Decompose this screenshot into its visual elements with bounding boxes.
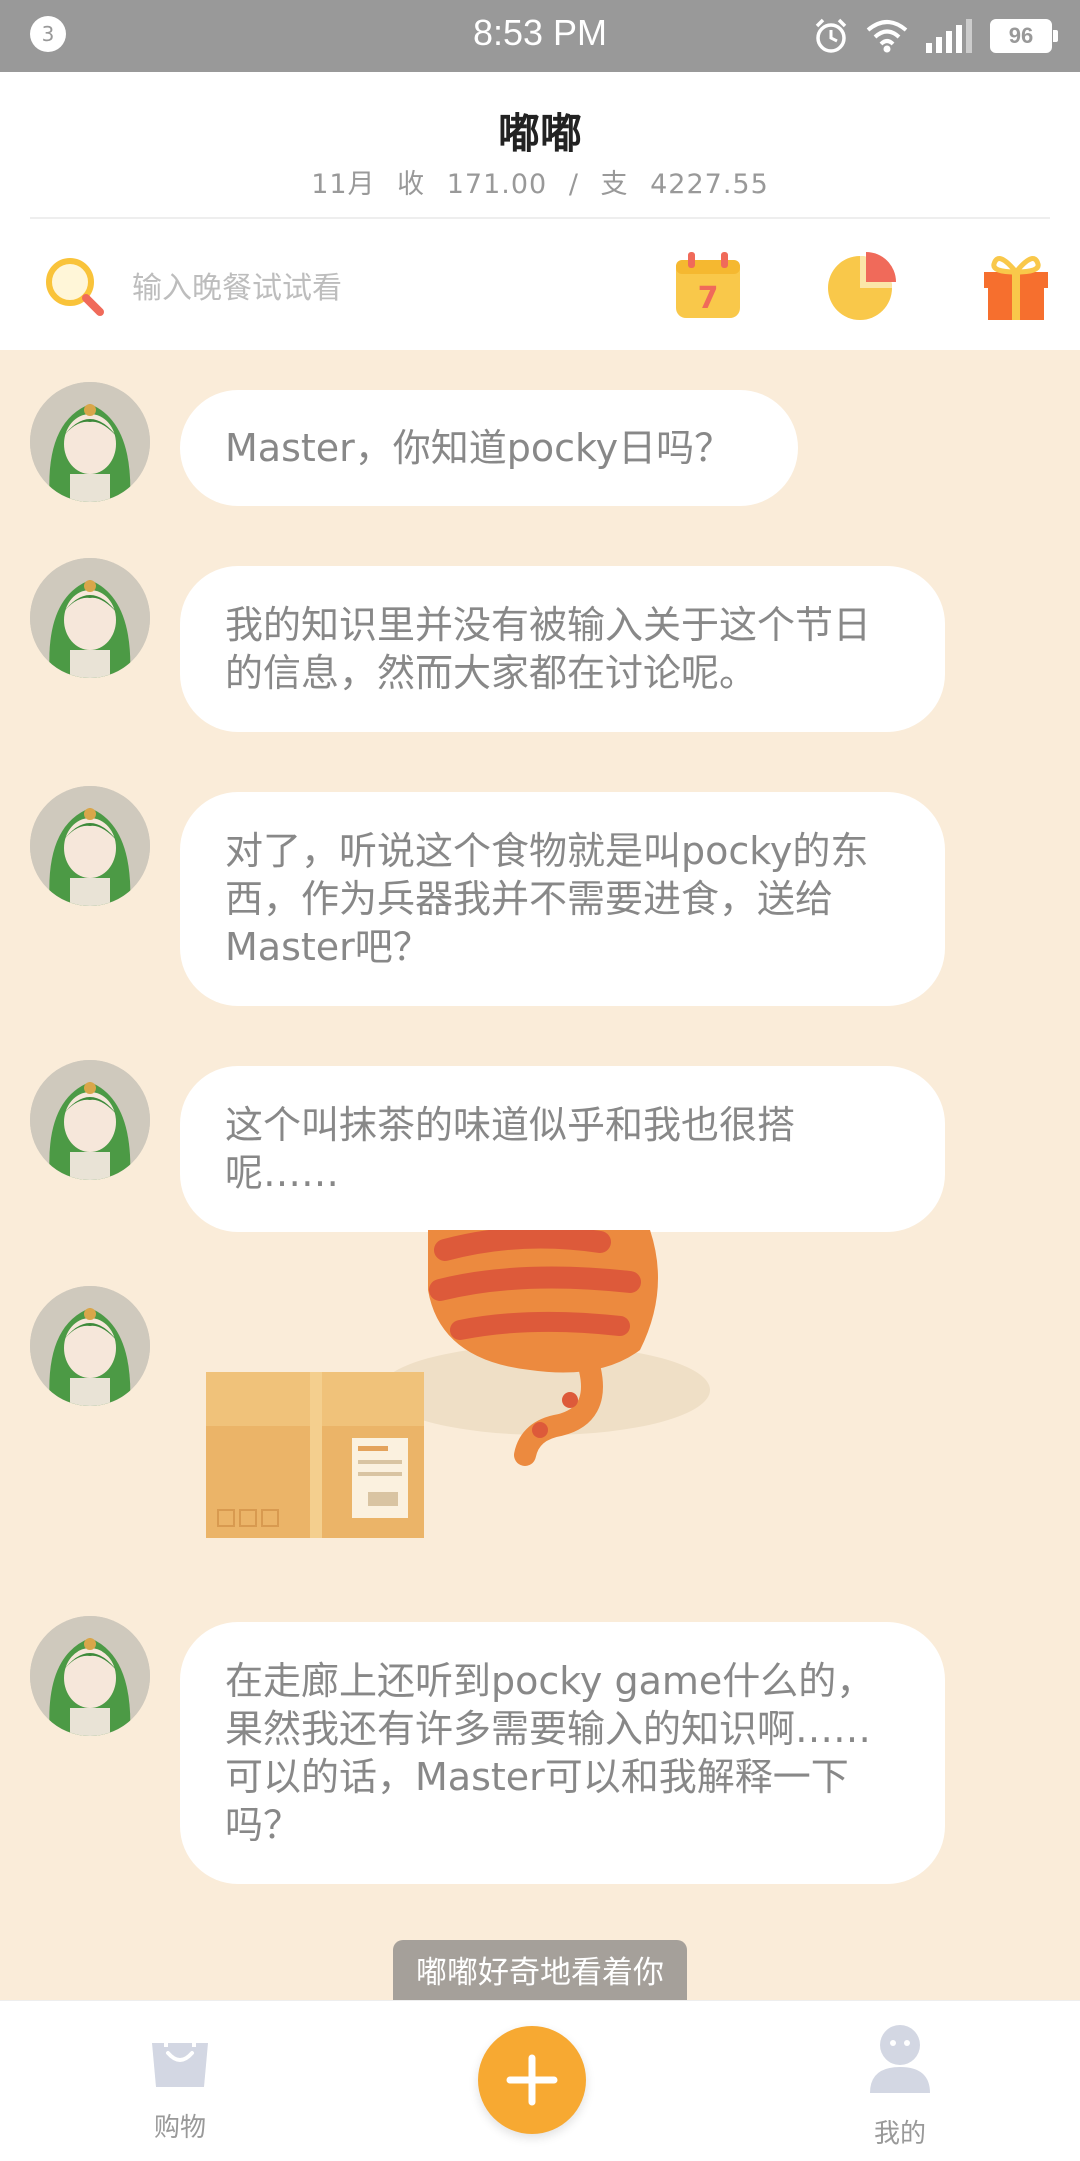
avatar-image — [30, 382, 150, 502]
plus-icon — [506, 2054, 558, 2106]
income-amount: 171.00 — [446, 169, 548, 200]
status-icons: 96 — [812, 14, 1058, 58]
summary-separator: / — [568, 169, 579, 200]
shopping-bag-icon — [152, 2029, 208, 2087]
signal-icon — [926, 19, 972, 53]
nav-me-label: 我的 — [873, 2119, 926, 2149]
monthly-summary: 11月 收 171.00 / 支 4227.55 — [0, 162, 1080, 201]
header-divider — [30, 217, 1050, 219]
chat-area: Master，你知道pocky日吗？ 我的知识里并没有被输入关于这个节日的信息，… — [0, 350, 1080, 2000]
calendar-icon[interactable]: 7 — [668, 246, 748, 326]
avatar[interactable] — [30, 558, 150, 678]
nav-shop-label: 购物 — [153, 2113, 206, 2143]
search-input[interactable] — [130, 262, 614, 314]
avatar-image — [30, 1286, 150, 1406]
message-bubble: 对了，听说这个食物就是叫pocky的东西，作为兵器我并不需要进食，送给Maste… — [180, 792, 945, 1006]
avatar-image — [30, 1616, 150, 1736]
message-bubble: 我的知识里并没有被输入关于这个节日的信息，然而大家都在讨论呢。 — [180, 566, 945, 732]
bottom-nav: 购物 我的 — [0, 2000, 1080, 2161]
cat-box-illustration — [206, 1230, 710, 1538]
search-icon[interactable] — [40, 252, 110, 322]
toast-message: 嘟嘟好奇地看着你 — [393, 1940, 687, 2006]
avatar-image — [30, 558, 150, 678]
message-bubble: Master，你知道pocky日吗？ — [180, 390, 798, 506]
add-button[interactable] — [478, 2026, 586, 2134]
wifi-icon — [866, 20, 908, 53]
summary-month: 11月 — [311, 169, 376, 200]
page-title: 嘟嘟 — [497, 109, 582, 158]
message-bubble: 在走廊上还听到pocky game什么的，果然我还有许多需要输入的知识啊……可以… — [180, 1622, 945, 1884]
message-bubble: 这个叫抹茶的味道似乎和我也很搭呢…… — [180, 1066, 945, 1232]
avatar[interactable] — [30, 1286, 150, 1406]
calendar-icon-day: 7 — [698, 281, 719, 316]
avatar[interactable] — [30, 786, 150, 906]
nav-shop[interactable]: 购物 — [100, 2001, 260, 2161]
avatar[interactable] — [30, 1060, 150, 1180]
expense-label: 支 — [600, 169, 629, 200]
avatar[interactable] — [30, 382, 150, 502]
nav-me[interactable]: 我的 — [820, 2001, 980, 2161]
avatar[interactable] — [30, 1616, 150, 1736]
status-bar: 3 8:53 PM 96 — [0, 0, 1080, 72]
expense-amount: 4227.55 — [650, 169, 769, 200]
gift-icon[interactable] — [976, 246, 1056, 326]
pie-chart-icon[interactable] — [822, 246, 902, 326]
avatar-image — [30, 1060, 150, 1180]
header: 嘟嘟 11月 收 171.00 / 支 4227.55 7 — [0, 72, 1080, 350]
user-icon — [870, 2025, 930, 2093]
alarm-icon — [815, 18, 847, 53]
avatar-image — [30, 786, 150, 906]
income-label: 收 — [397, 169, 426, 200]
battery-indicator: 96 — [990, 19, 1058, 53]
